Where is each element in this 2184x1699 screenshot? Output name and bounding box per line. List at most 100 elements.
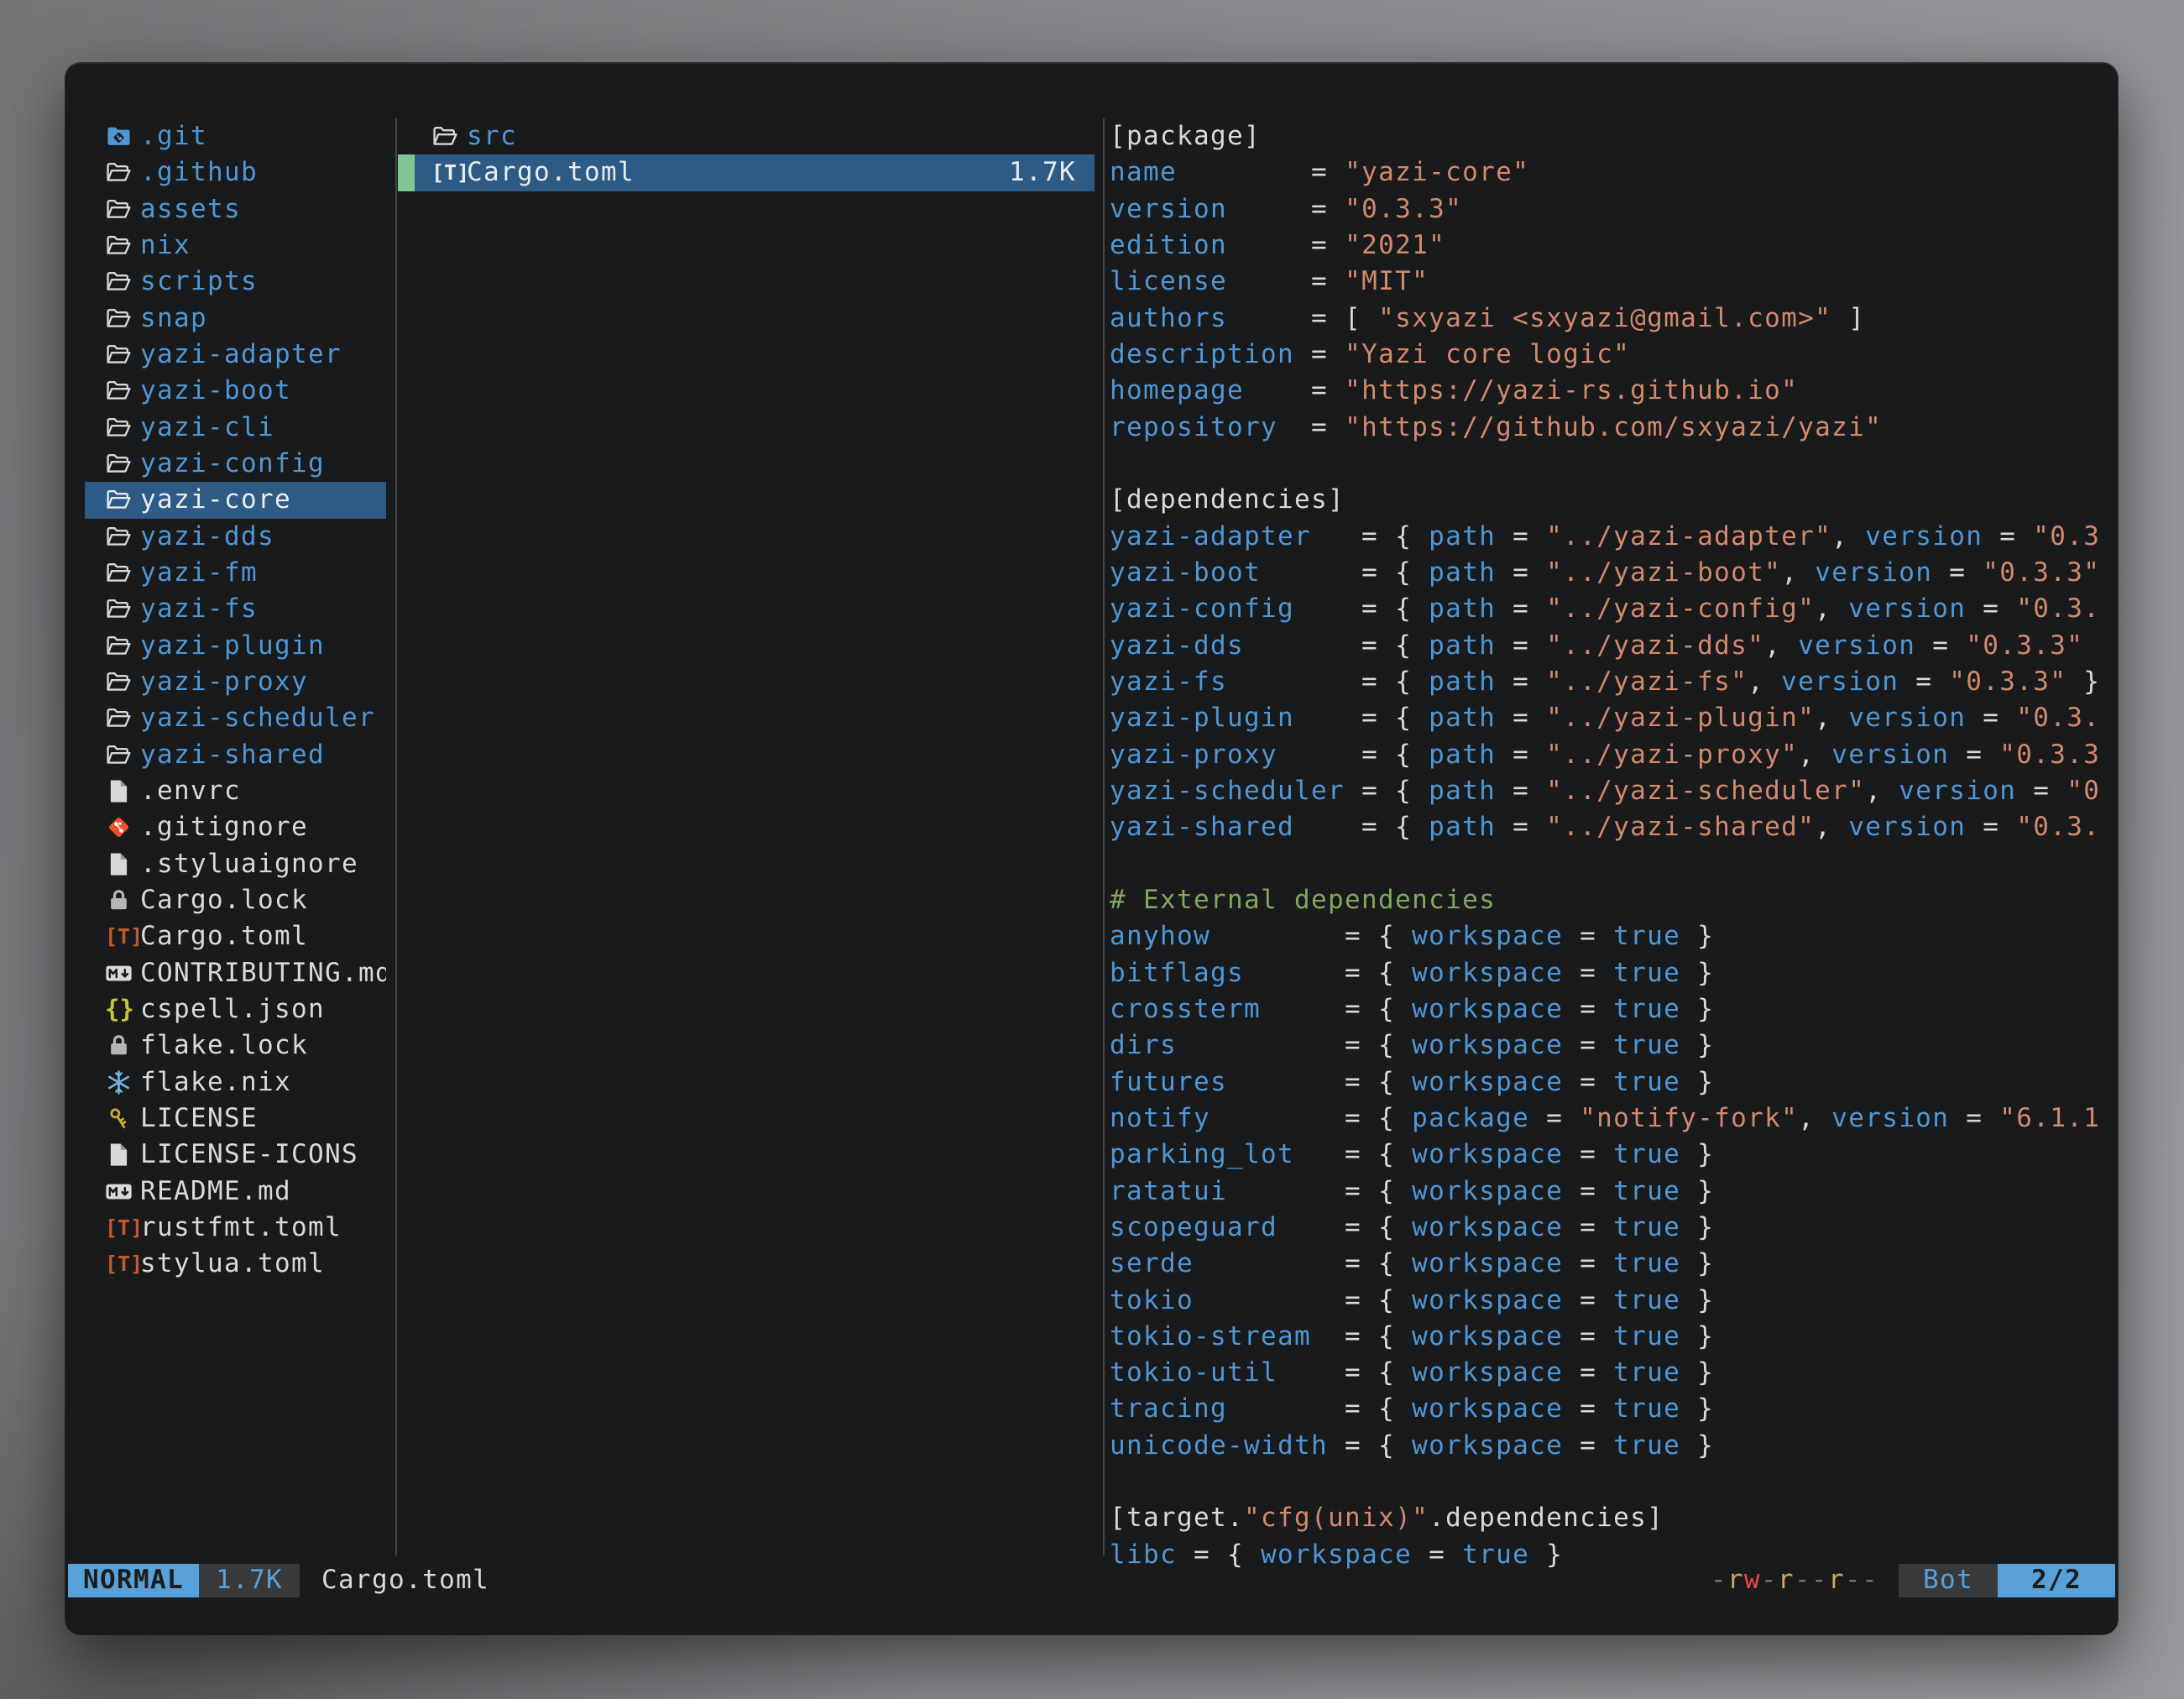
file-row[interactable]: yazi-dds: [85, 519, 386, 555]
folder-open-icon: [105, 341, 140, 369]
preview-line: serde = { workspace = true }: [1110, 1246, 2115, 1282]
file-row[interactable]: LICENSE-ICONS: [85, 1137, 386, 1173]
preview-line: yazi-dds = { path = "../yazi-dds", versi…: [1110, 628, 2115, 664]
folder-open-icon: [105, 232, 140, 259]
file-row[interactable]: src: [398, 118, 1095, 154]
file-row[interactable]: CONTRIBUTING.md: [85, 955, 386, 991]
preview-line: [package]: [1110, 118, 2115, 154]
folder-open-icon: [105, 268, 140, 295]
folder-open-icon: [105, 632, 140, 660]
preview-line: dirs = { workspace = true }: [1110, 1027, 2115, 1064]
file-row[interactable]: assets: [85, 191, 386, 227]
file-name: yazi-scheduler: [140, 700, 375, 736]
status-bar: NORMAL 1.7K Cargo.toml -rw-r--r-- Bot 2/…: [68, 1564, 2115, 1597]
preview-line: ratatui = { workspace = true }: [1110, 1174, 2115, 1210]
file-row[interactable]: yazi-proxy: [85, 664, 386, 700]
preview-line: crossterm = { workspace = true }: [1110, 991, 2115, 1027]
file-name: snap: [140, 301, 207, 337]
file-row[interactable]: yazi-config: [85, 446, 386, 482]
file-name: .git: [140, 118, 207, 154]
file-name: yazi-plugin: [140, 628, 325, 664]
preview-line: edition = "2021": [1110, 227, 2115, 264]
file-name: CONTRIBUTING.md: [140, 955, 386, 991]
file-name: .envrc: [140, 773, 241, 809]
file-row[interactable]: flake.nix: [85, 1064, 386, 1100]
preview-line: # External dependencies: [1110, 882, 2115, 918]
preview-line: description = "Yazi core logic": [1110, 337, 2115, 373]
file-row[interactable]: yazi-scheduler: [85, 700, 386, 736]
file-row[interactable]: .styluaignore: [85, 846, 386, 882]
folder-open-icon: [105, 377, 140, 405]
file-row[interactable]: .git: [85, 118, 386, 154]
file-row[interactable]: yazi-shared: [85, 737, 386, 773]
preview-line: futures = { workspace = true }: [1110, 1064, 2115, 1100]
file-row[interactable]: README.md: [85, 1174, 386, 1210]
file-name: rustfmt.toml: [140, 1210, 342, 1246]
braces-icon: {}: [105, 991, 140, 1027]
file-row[interactable]: [T]stylua.toml: [85, 1246, 386, 1282]
preview-pane[interactable]: [package]name = "yazi-core"version = "0.…: [1110, 118, 2115, 1573]
preview-line: yazi-shared = { path = "../yazi-shared",…: [1110, 809, 2115, 845]
file-row[interactable]: flake.lock: [85, 1027, 386, 1064]
file-name: yazi-dds: [140, 519, 274, 555]
file-name: Cargo.toml: [467, 154, 635, 191]
file-row[interactable]: nix: [85, 227, 386, 264]
file-row[interactable]: LICENSE: [85, 1100, 386, 1137]
file-row[interactable]: yazi-core: [85, 482, 386, 518]
file-permissions: -rw-r--r--: [1711, 1562, 1878, 1598]
file-row[interactable]: yazi-adapter: [85, 337, 386, 373]
file-name: yazi-cli: [140, 410, 274, 446]
folder-open-icon: [105, 159, 140, 186]
file-row[interactable]: yazi-fm: [85, 555, 386, 591]
folder-open-icon: [105, 305, 140, 332]
scroll-position-badge: Bot: [1899, 1564, 1998, 1597]
file-row[interactable]: yazi-plugin: [85, 628, 386, 664]
preview-line: tokio-stream = { workspace = true }: [1110, 1319, 2115, 1355]
cursor-count-badge: 2/2: [1998, 1564, 2115, 1597]
file-row[interactable]: yazi-fs: [85, 591, 386, 627]
git-folder-icon: [105, 123, 140, 150]
file-row[interactable]: .github: [85, 154, 386, 191]
preview-line: [1110, 1464, 2115, 1500]
file-row[interactable]: [T]Cargo.toml: [85, 918, 386, 954]
folder-open-icon: [105, 668, 140, 696]
current-pane[interactable]: src[T]Cargo.toml1.7K: [398, 118, 1101, 191]
file-icon: [105, 1141, 140, 1168]
preview-line: version = "0.3.3": [1110, 191, 2115, 227]
folder-open-icon: [105, 559, 140, 587]
pane-separator: [1103, 118, 1105, 1555]
file-row[interactable]: yazi-cli: [85, 410, 386, 446]
file-name: yazi-adapter: [140, 337, 342, 373]
file-icon: [105, 777, 140, 805]
file-name: yazi-shared: [140, 737, 325, 773]
file-row[interactable]: .envrc: [85, 773, 386, 809]
file-row[interactable]: Cargo.lock: [85, 882, 386, 918]
toml-icon: [T]: [105, 918, 140, 954]
file-name: yazi-config: [140, 446, 325, 482]
status-filename: Cargo.toml: [321, 1562, 489, 1598]
preview-line: anyhow = { workspace = true }: [1110, 918, 2115, 954]
file-size: 1.7K: [1009, 154, 1076, 191]
preview-line: homepage = "https://yazi-rs.github.io": [1110, 373, 2115, 409]
preview-line: license = "MIT": [1110, 264, 2115, 300]
file-name: .styluaignore: [140, 846, 358, 882]
file-row[interactable]: [T]rustfmt.toml: [85, 1210, 386, 1246]
file-row[interactable]: scripts: [85, 264, 386, 300]
preview-line: name = "yazi-core": [1110, 154, 2115, 191]
file-name: .gitignore: [140, 809, 308, 845]
toml-icon: [T]: [105, 1246, 140, 1282]
file-row[interactable]: yazi-boot: [85, 373, 386, 409]
parent-pane[interactable]: .git.githubassetsnixscriptssnapyazi-adap…: [65, 118, 395, 1283]
file-name: yazi-proxy: [140, 664, 308, 700]
preview-line: yazi-boot = { path = "../yazi-boot", ver…: [1110, 555, 2115, 591]
file-name: flake.nix: [140, 1064, 291, 1100]
folder-open-icon: [105, 486, 140, 514]
folder-open-icon: [105, 414, 140, 442]
file-row[interactable]: {}cspell.json: [85, 991, 386, 1027]
file-row[interactable]: snap: [85, 301, 386, 337]
file-row[interactable]: [T]Cargo.toml1.7K: [398, 154, 1095, 191]
file-row[interactable]: .gitignore: [85, 809, 386, 845]
markdown-icon: [105, 1178, 140, 1205]
preview-line: tokio = { workspace = true }: [1110, 1283, 2115, 1319]
file-name: README.md: [140, 1174, 291, 1210]
